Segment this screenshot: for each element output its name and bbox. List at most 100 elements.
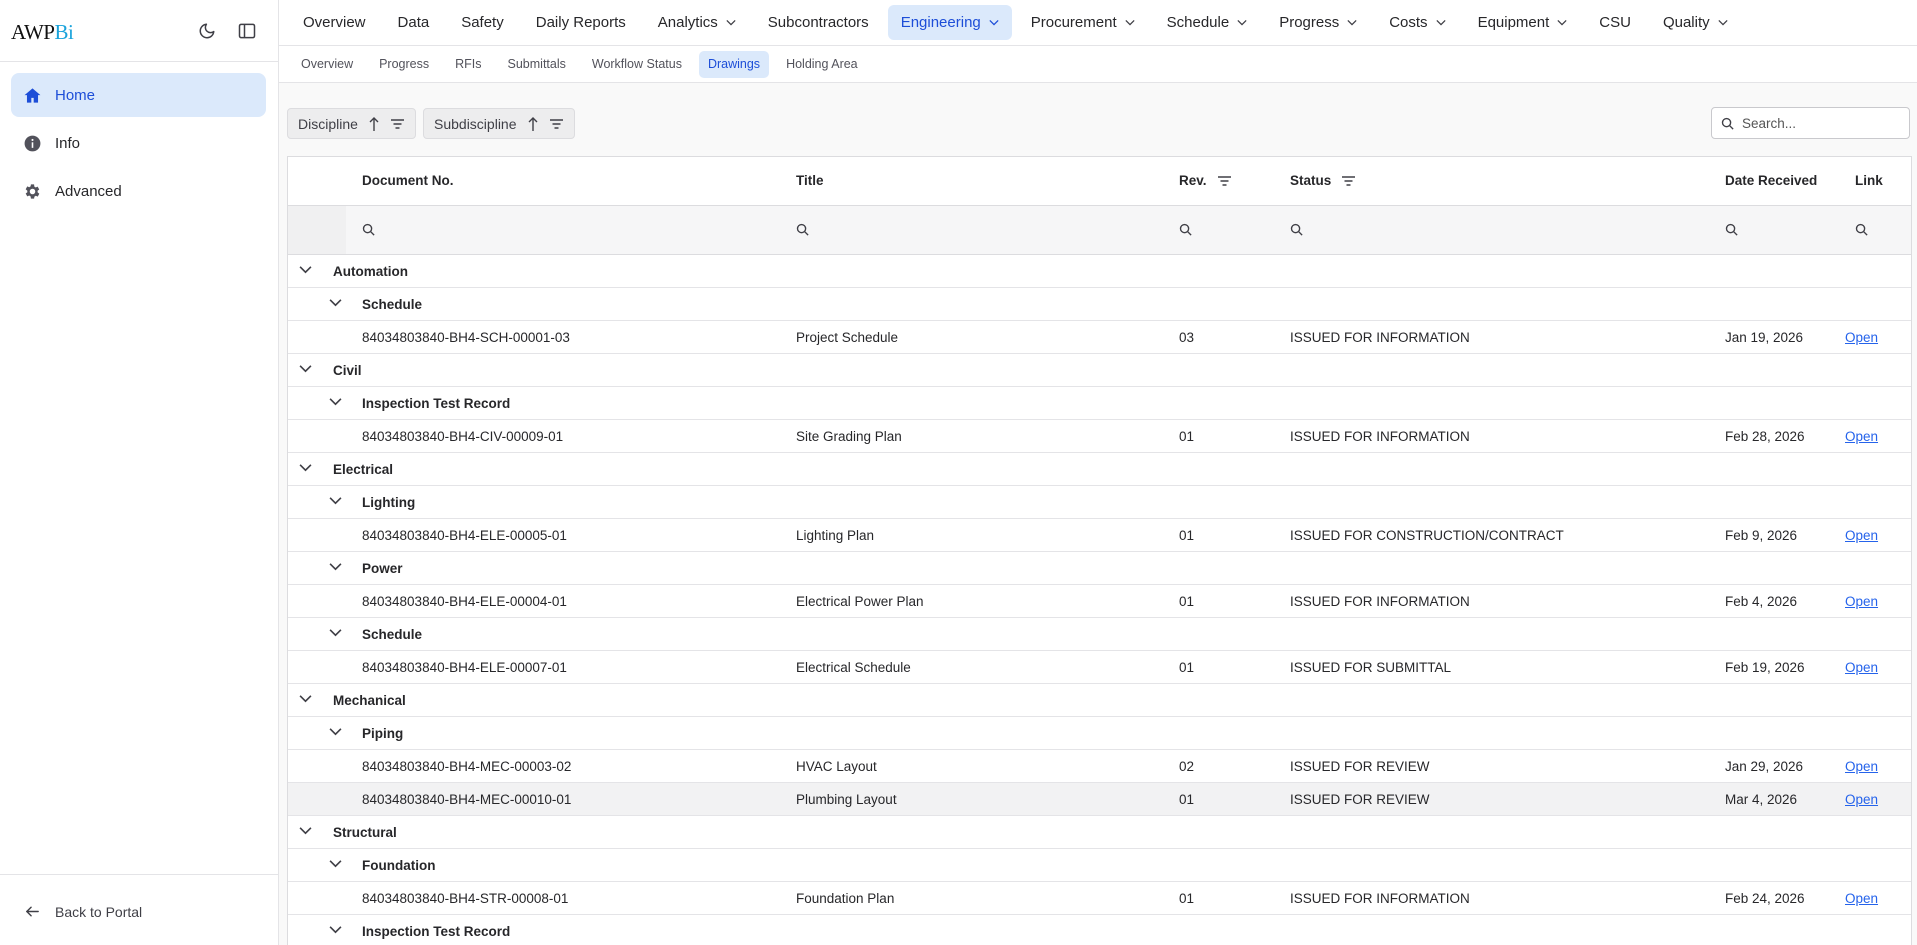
open-link[interactable]: Open bbox=[1845, 759, 1878, 774]
tab-drawings[interactable]: Drawings bbox=[698, 50, 770, 78]
group-row-subdiscipline: Lighting bbox=[288, 486, 1911, 519]
table-row: 84034803840-BH4-ELE-00005-01 Lighting Pla… bbox=[288, 519, 1911, 552]
filter-icon[interactable] bbox=[549, 118, 564, 130]
column-filter-link-search[interactable] bbox=[1854, 222, 1869, 237]
filter-icon[interactable] bbox=[1217, 175, 1232, 187]
open-link[interactable]: Open bbox=[1845, 429, 1878, 444]
group-row-subdiscipline: Inspection Test Record bbox=[288, 915, 1911, 945]
chevron-down-icon[interactable] bbox=[329, 562, 342, 571]
open-link[interactable]: Open bbox=[1845, 660, 1878, 675]
col-header-title[interactable]: Title bbox=[796, 173, 824, 188]
chevron-down-icon[interactable] bbox=[299, 265, 312, 274]
top-nav-progress[interactable]: Progress bbox=[1266, 5, 1370, 40]
cell-status: ISSUED FOR INFORMATION bbox=[1290, 594, 1470, 609]
top-nav-schedule[interactable]: Schedule bbox=[1154, 5, 1261, 40]
chevron-down-icon[interactable] bbox=[329, 298, 342, 307]
group-label: Inspection Test Record bbox=[362, 396, 511, 411]
chevron-down-icon[interactable] bbox=[299, 463, 312, 472]
tab-holding-area[interactable]: Holding Area bbox=[777, 51, 867, 78]
chevron-down-icon[interactable] bbox=[329, 925, 342, 934]
top-nav-subcontractors[interactable]: Subcontractors bbox=[755, 5, 882, 40]
open-link[interactable]: Open bbox=[1845, 891, 1878, 906]
top-nav-label: Data bbox=[397, 14, 430, 31]
sidebar-item-label: Info bbox=[55, 134, 81, 152]
group-label: Inspection Test Record bbox=[362, 924, 511, 939]
chevron-down-icon[interactable] bbox=[329, 859, 342, 868]
sort-ascending-icon[interactable] bbox=[527, 116, 539, 132]
col-header-document-no[interactable]: Document No. bbox=[362, 173, 454, 188]
top-nav-quality[interactable]: Quality bbox=[1650, 5, 1741, 40]
top-nav-label: CSU bbox=[1599, 14, 1631, 31]
top-nav-overview[interactable]: Overview bbox=[290, 5, 379, 40]
sort-ascending-icon[interactable] bbox=[368, 116, 380, 132]
cell-document-no: 84034803840-BH4-CIV-00009-01 bbox=[362, 429, 564, 444]
top-nav-daily-reports[interactable]: Daily Reports bbox=[523, 5, 639, 40]
dark-mode-toggle[interactable] bbox=[195, 19, 219, 43]
top-nav-safety[interactable]: Safety bbox=[448, 5, 517, 40]
tab-workflow-status[interactable]: Workflow Status bbox=[583, 51, 691, 78]
search-input[interactable] bbox=[1742, 115, 1892, 131]
tab-submittals[interactable]: Submittals bbox=[499, 51, 575, 78]
chevron-down-icon[interactable] bbox=[299, 694, 312, 703]
chevron-down-icon[interactable] bbox=[299, 364, 312, 373]
column-filter-rev-search[interactable] bbox=[1178, 222, 1193, 237]
group-label: Mechanical bbox=[333, 693, 406, 708]
col-header-link[interactable]: Link bbox=[1855, 173, 1883, 188]
group-row-subdiscipline: Schedule bbox=[288, 288, 1911, 321]
tab-overview[interactable]: Overview bbox=[292, 51, 362, 78]
column-filter-title-search[interactable] bbox=[795, 222, 810, 237]
filter-icon[interactable] bbox=[1341, 175, 1356, 187]
sidebar-item-advanced[interactable]: Advanced bbox=[11, 169, 266, 213]
table-body: Automation Schedule 84034803840-BH4-SCH-00… bbox=[288, 255, 1911, 945]
column-filter-doc-no-search[interactable] bbox=[361, 222, 376, 237]
cell-document-no: 84034803840-BH4-ELE-00005-01 bbox=[362, 528, 567, 543]
top-nav-data[interactable]: Data bbox=[385, 5, 443, 40]
col-header-label: Status bbox=[1290, 173, 1332, 188]
group-chip-discipline[interactable]: Discipline bbox=[287, 108, 416, 139]
search-icon bbox=[1721, 117, 1734, 130]
col-header-rev[interactable]: Rev. bbox=[1179, 173, 1232, 188]
back-to-portal-link[interactable]: Back to Portal bbox=[24, 903, 142, 920]
col-header-date-received[interactable]: Date Received bbox=[1725, 173, 1817, 188]
chevron-down-icon[interactable] bbox=[329, 496, 342, 505]
top-nav-procurement[interactable]: Procurement bbox=[1018, 5, 1148, 40]
sidebar-toggle-button[interactable] bbox=[235, 19, 259, 43]
open-link[interactable]: Open bbox=[1845, 330, 1878, 345]
table-row: 84034803840-BH4-ELE-00004-01 Electrical P… bbox=[288, 585, 1911, 618]
open-link[interactable]: Open bbox=[1845, 594, 1878, 609]
cell-date-received: Feb 4, 2026 bbox=[1725, 594, 1798, 609]
home-icon bbox=[22, 85, 42, 105]
open-link[interactable]: Open bbox=[1845, 528, 1878, 543]
top-nav-label: Safety bbox=[461, 14, 504, 31]
tab-progress[interactable]: Progress bbox=[370, 51, 438, 78]
top-nav-engineering[interactable]: Engineering bbox=[887, 5, 1012, 40]
chevron-down-icon[interactable] bbox=[329, 628, 342, 637]
chevron-down-icon[interactable] bbox=[299, 826, 312, 835]
tab-rfis[interactable]: RFIs bbox=[446, 51, 490, 78]
brand-bar: AWPBi bbox=[0, 0, 278, 62]
cell-document-no: 84034803840-BH4-SCH-00001-03 bbox=[362, 330, 570, 345]
column-filter-status-search[interactable] bbox=[1289, 222, 1304, 237]
column-filter-date-received-search[interactable] bbox=[1724, 222, 1739, 237]
top-nav-csu[interactable]: CSU bbox=[1586, 5, 1644, 40]
col-header-status[interactable]: Status bbox=[1290, 173, 1356, 188]
top-nav-costs[interactable]: Costs bbox=[1376, 5, 1458, 40]
table-row: 84034803840-BH4-CIV-00009-01 Site Grading… bbox=[288, 420, 1911, 453]
filter-icon[interactable] bbox=[390, 118, 405, 130]
group-chip-subdiscipline[interactable]: Subdiscipline bbox=[423, 108, 575, 139]
gear-icon bbox=[22, 181, 42, 201]
top-nav-equipment[interactable]: Equipment bbox=[1465, 5, 1581, 40]
chevron-down-icon[interactable] bbox=[329, 727, 342, 736]
sidebar-item-info[interactable]: Info bbox=[11, 121, 266, 165]
top-nav-label: Overview bbox=[303, 14, 366, 31]
app-logo[interactable]: AWPBi bbox=[11, 20, 74, 45]
sidebar-item-home[interactable]: Home bbox=[11, 73, 266, 117]
search-icon bbox=[796, 223, 809, 236]
top-nav-analytics[interactable]: Analytics bbox=[645, 5, 749, 40]
group-label: Piping bbox=[362, 726, 404, 741]
open-link[interactable]: Open bbox=[1845, 792, 1878, 807]
group-label: Foundation bbox=[362, 858, 436, 873]
cell-date-received: Feb 9, 2026 bbox=[1725, 528, 1798, 543]
chevron-down-icon bbox=[1435, 19, 1446, 26]
chevron-down-icon[interactable] bbox=[329, 397, 342, 406]
